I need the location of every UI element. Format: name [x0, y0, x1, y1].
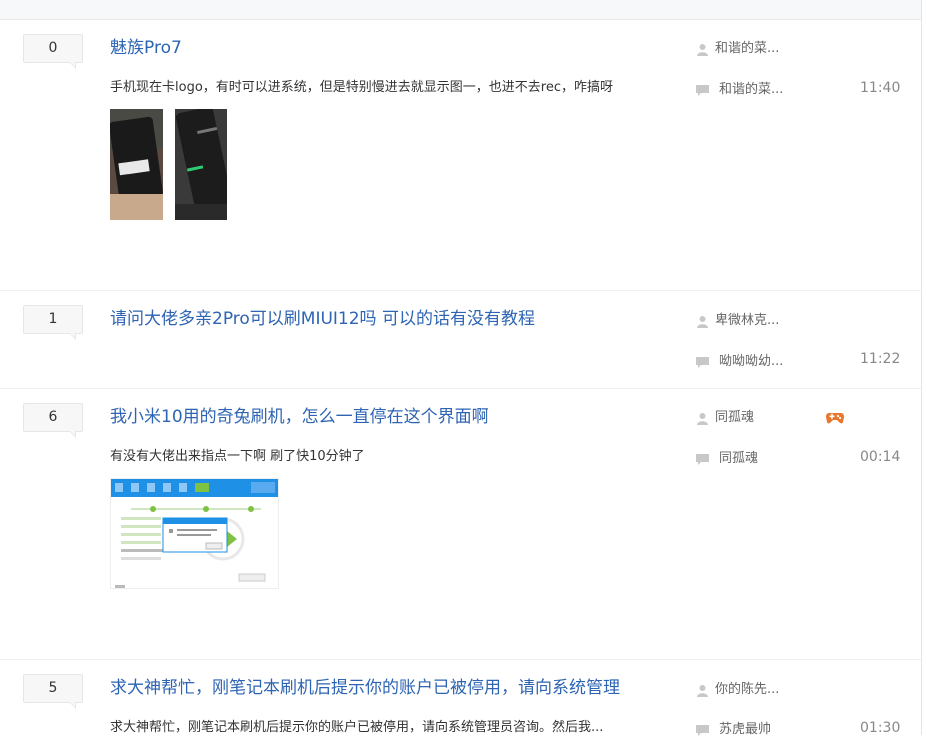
thread-title[interactable]: 求大神帮忙，刚笔记本刷机后提示你的账户已被停用，请向系统管理: [110, 677, 620, 699]
thread-item: 5 求大神帮忙，刚笔记本刷机后提示你的账户已被停用，请向系统管理 求大神帮忙，刚…: [0, 660, 921, 737]
thread-excerpt: 有没有大佬出来指点一下啊 刷了快10分钟了: [110, 449, 365, 464]
thread-title[interactable]: 我小米10用的奇兔刷机，怎么一直停在这个界面啊: [110, 406, 489, 428]
last-reply-time: 01:30: [860, 720, 901, 736]
comment-icon: [696, 84, 709, 96]
reply-count-badge: 1: [23, 305, 83, 340]
thread-author[interactable]: 和谐的菜...: [696, 40, 779, 58]
content-border: [921, 0, 922, 735]
last-reply-time: 00:14: [860, 449, 901, 465]
phone-photo-image: [175, 109, 227, 220]
thread-item: 1 请问大佬多亲2Pro可以刷MIUI12吗 可以的话有没有教程 卑微林克...…: [0, 291, 921, 389]
last-replier[interactable]: 同孤魂: [696, 450, 758, 468]
last-replier[interactable]: 苏虎最帅: [696, 721, 771, 739]
flash-tool-screenshot-image: [111, 479, 278, 588]
reply-count-badge: 5: [23, 674, 83, 709]
phone-photo-image: [110, 109, 163, 220]
thread-title[interactable]: 魅族Pro7: [110, 37, 182, 59]
last-reply-time: 11:22: [860, 351, 901, 367]
thread-excerpt: 求大神帮忙，刚笔记本刷机后提示你的账户已被停用，请向系统管理员咨询。然后我...: [110, 720, 604, 735]
thread-item: 6 我小米10用的奇兔刷机，怎么一直停在这个界面啊 有没有大佬出来指点一下啊 刷…: [0, 389, 921, 660]
user-icon: [697, 684, 708, 697]
last-reply-time: 11:40: [860, 80, 901, 96]
user-icon: [697, 43, 708, 56]
thread-image-thumbnail[interactable]: [110, 478, 279, 589]
reply-count-badge: 6: [23, 403, 83, 438]
reply-count-badge: 0: [23, 34, 83, 69]
thread-image-thumbnail[interactable]: [110, 109, 163, 220]
thread-title[interactable]: 请问大佬多亲2Pro可以刷MIUI12吗 可以的话有没有教程: [110, 308, 535, 330]
user-icon: [697, 315, 708, 328]
comment-icon: [696, 453, 709, 465]
thread-item: 0 魅族Pro7 手机现在卡logo，有时可以进系统，但是特别慢进去就显示图一，…: [0, 20, 921, 291]
user-icon: [697, 412, 708, 425]
thread-author[interactable]: 卑微林克...: [696, 312, 779, 330]
thread-image-thumbnail[interactable]: [175, 109, 227, 220]
last-replier[interactable]: 和谐的菜...: [696, 81, 783, 99]
comment-icon: [696, 356, 709, 368]
thread-excerpt: 手机现在卡logo，有时可以进系统，但是特别慢进去就显示图一，也进不去rec，咋…: [110, 80, 613, 95]
thread-author[interactable]: 你的陈先...: [696, 681, 779, 699]
game-controller-icon: [826, 413, 844, 424]
last-replier[interactable]: 呦呦呦幼...: [696, 353, 783, 371]
thread-author[interactable]: 同孤魂: [696, 409, 754, 427]
list-header-bar: [0, 0, 921, 20]
